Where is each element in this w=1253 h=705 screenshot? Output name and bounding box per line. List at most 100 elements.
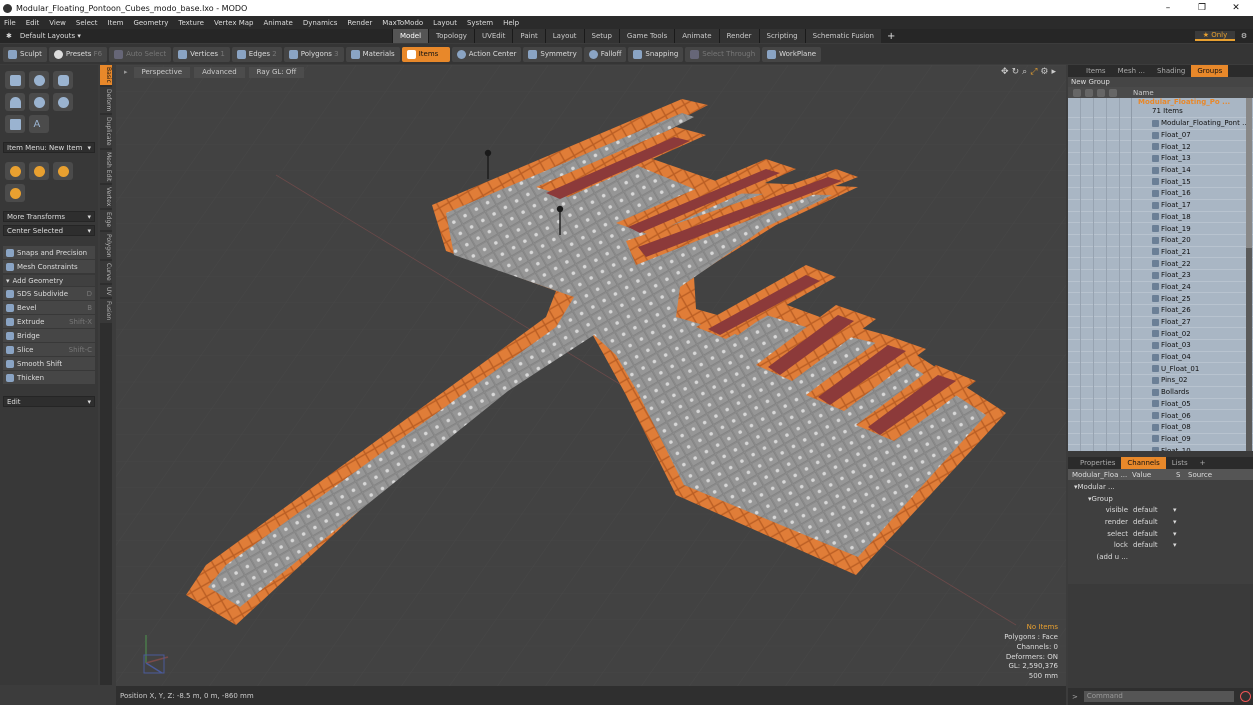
sculpt-button[interactable]: Sculpt: [3, 46, 47, 62]
group-row[interactable]: Modular_Floating_Po ... 71 Items: [1068, 98, 1253, 118]
snapping-button[interactable]: Snapping: [628, 46, 684, 62]
tree-item[interactable]: Float_15: [1068, 175, 1253, 189]
close-icon[interactable]: ✕: [1219, 3, 1253, 13]
action-center-button[interactable]: Action Center: [451, 46, 522, 62]
select-through-button[interactable]: Select Through: [685, 46, 761, 62]
channel-row[interactable]: lock default ▾: [1068, 539, 1253, 551]
3d-viewport[interactable]: ▸ Perspective Advanced Ray GL: Off ✥ ↻ ⌕…: [116, 65, 1066, 686]
render-column-icon[interactable]: [1085, 88, 1093, 97]
menu-maxtomodo[interactable]: MaxToModo: [382, 19, 423, 27]
presets-button[interactable]: Presets F6: [48, 46, 108, 62]
tab-schematic-fusion[interactable]: Schematic Fusion: [804, 29, 881, 43]
tool-extrude[interactable]: Extrude Shift-X: [3, 315, 95, 328]
tool-bevel[interactable]: Bevel B: [3, 301, 95, 314]
tool-thicken[interactable]: Thicken: [3, 371, 95, 384]
text-tool-button[interactable]: A: [29, 115, 49, 133]
menu-layout[interactable]: Layout: [433, 19, 457, 27]
minimize-icon[interactable]: –: [1151, 3, 1185, 13]
scale-tool-button[interactable]: [53, 162, 73, 180]
maximize-icon[interactable]: ❐: [1185, 3, 1219, 13]
tree-item[interactable]: Float_14: [1068, 164, 1253, 177]
tree-item[interactable]: Float_08: [1068, 421, 1253, 434]
fit-icon[interactable]: ⤢: [1030, 67, 1037, 77]
transform-tool-button[interactable]: [5, 184, 25, 202]
tree-item[interactable]: Float_21: [1068, 246, 1253, 259]
auto-select-button[interactable]: Auto Select: [109, 46, 172, 62]
menu-view[interactable]: View: [49, 19, 66, 27]
vertices-button[interactable]: Vertices 1: [173, 46, 230, 62]
viewport-expand-icon[interactable]: ▸: [1051, 67, 1056, 77]
items-button[interactable]: Items: [401, 46, 450, 62]
tree-item[interactable]: Bollards: [1068, 386, 1253, 399]
tree-item[interactable]: Float_26: [1068, 304, 1253, 317]
ptab-1[interactable]: Channels: [1121, 457, 1166, 469]
vtab-vertex[interactable]: Vertex: [100, 185, 112, 209]
select-column-icon[interactable]: [1109, 88, 1117, 97]
raygl-button[interactable]: Ray GL: Off: [248, 66, 305, 78]
vtab-deform[interactable]: Deform: [100, 86, 112, 114]
tree-item[interactable]: Float_27: [1068, 316, 1253, 329]
viewport-settings-icon[interactable]: ⚙: [1040, 67, 1048, 77]
menu-select[interactable]: Select: [76, 19, 98, 27]
vtab-basic[interactable]: Basic: [100, 65, 112, 85]
tool-sds-subdivide[interactable]: SDS Subdivide D: [3, 287, 95, 300]
advanced-button[interactable]: Advanced: [194, 66, 245, 78]
add-geometry-section[interactable]: ▾ Add Geometry: [3, 275, 95, 286]
tab-animate[interactable]: Animate: [674, 29, 719, 43]
gear-icon[interactable]: ⚙: [1235, 32, 1253, 40]
symmetry-button[interactable]: Symmetry: [523, 46, 582, 62]
snaps-precision-button[interactable]: Snaps and Precision: [3, 246, 95, 259]
vtab-duplicate[interactable]: Duplicate: [100, 115, 112, 148]
tree-item[interactable]: Float_05: [1068, 398, 1253, 411]
tab-model[interactable]: Model: [392, 29, 429, 43]
menu-dynamics[interactable]: Dynamics: [303, 19, 338, 27]
tree-item[interactable]: Float_09: [1068, 433, 1253, 446]
rotate-tool-button[interactable]: [29, 162, 49, 180]
channel-tree-item[interactable]: ▾ Modular ...: [1068, 481, 1253, 493]
vtab-polygon[interactable]: Polygon: [100, 231, 112, 260]
menu-render[interactable]: Render: [347, 19, 372, 27]
sphere-tool-button[interactable]: [29, 71, 49, 89]
more-transforms-dropdown[interactable]: More Transforms ▾: [3, 211, 95, 222]
rtab-0[interactable]: Items: [1080, 65, 1112, 77]
menu-item[interactable]: Item: [108, 19, 124, 27]
tree-item[interactable]: Pins_02: [1068, 374, 1253, 387]
falloff-button[interactable]: Falloff: [583, 46, 627, 62]
tab-render[interactable]: Render: [718, 29, 759, 43]
mesh-constraints-button[interactable]: Mesh Constraints: [3, 260, 95, 273]
tree-item[interactable]: Float_16: [1068, 187, 1253, 200]
tool-slice[interactable]: Slice Shift-C: [3, 343, 95, 356]
cylinder-tool-button[interactable]: [53, 71, 73, 89]
menu-animate[interactable]: Animate: [263, 19, 292, 27]
tree-item[interactable]: U_Float_01: [1068, 362, 1253, 376]
menu-geometry[interactable]: Geometry: [133, 19, 168, 27]
edit-dropdown[interactable]: Edit ▾: [3, 396, 95, 407]
plane-tool-button[interactable]: [5, 115, 25, 133]
ptab-2[interactable]: Lists: [1166, 457, 1194, 469]
vtab-fusion[interactable]: Fusion: [100, 299, 112, 323]
edges-button[interactable]: Edges 2: [231, 46, 282, 62]
tree-item[interactable]: Float_10: [1068, 444, 1253, 451]
lock-column-icon[interactable]: [1097, 88, 1105, 97]
viewport-menu-icon[interactable]: ▸: [124, 68, 128, 76]
ptab-3[interactable]: +: [1194, 457, 1212, 469]
pan-icon[interactable]: ✥: [1001, 67, 1009, 77]
menu-file[interactable]: File: [4, 19, 16, 27]
layouts-dropdown[interactable]: ✱ Default Layouts ▾: [0, 32, 392, 40]
vtab-curve[interactable]: Curve: [100, 261, 112, 283]
tree-item[interactable]: Float_19: [1068, 222, 1253, 235]
tool-smooth-shift[interactable]: Smooth Shift: [3, 357, 95, 370]
tree-item[interactable]: Float_18: [1068, 211, 1253, 224]
tab-topology[interactable]: Topology: [428, 29, 474, 43]
channel-row[interactable]: render default ▾: [1068, 516, 1253, 528]
perspective-button[interactable]: Perspective: [133, 66, 191, 78]
workplane-button[interactable]: WorkPlane: [762, 46, 822, 62]
move-tool-button[interactable]: [5, 162, 25, 180]
tree-item[interactable]: Modular_Floating_Pont ...: [1068, 117, 1253, 130]
record-icon[interactable]: [1239, 691, 1251, 702]
zoom-icon[interactable]: ⌕: [1022, 67, 1027, 77]
rtab-3[interactable]: Groups: [1191, 65, 1229, 77]
tree-item[interactable]: Float_06: [1068, 409, 1253, 422]
materials-button[interactable]: Materials: [345, 46, 400, 62]
capsule-tool-button[interactable]: [53, 93, 73, 111]
